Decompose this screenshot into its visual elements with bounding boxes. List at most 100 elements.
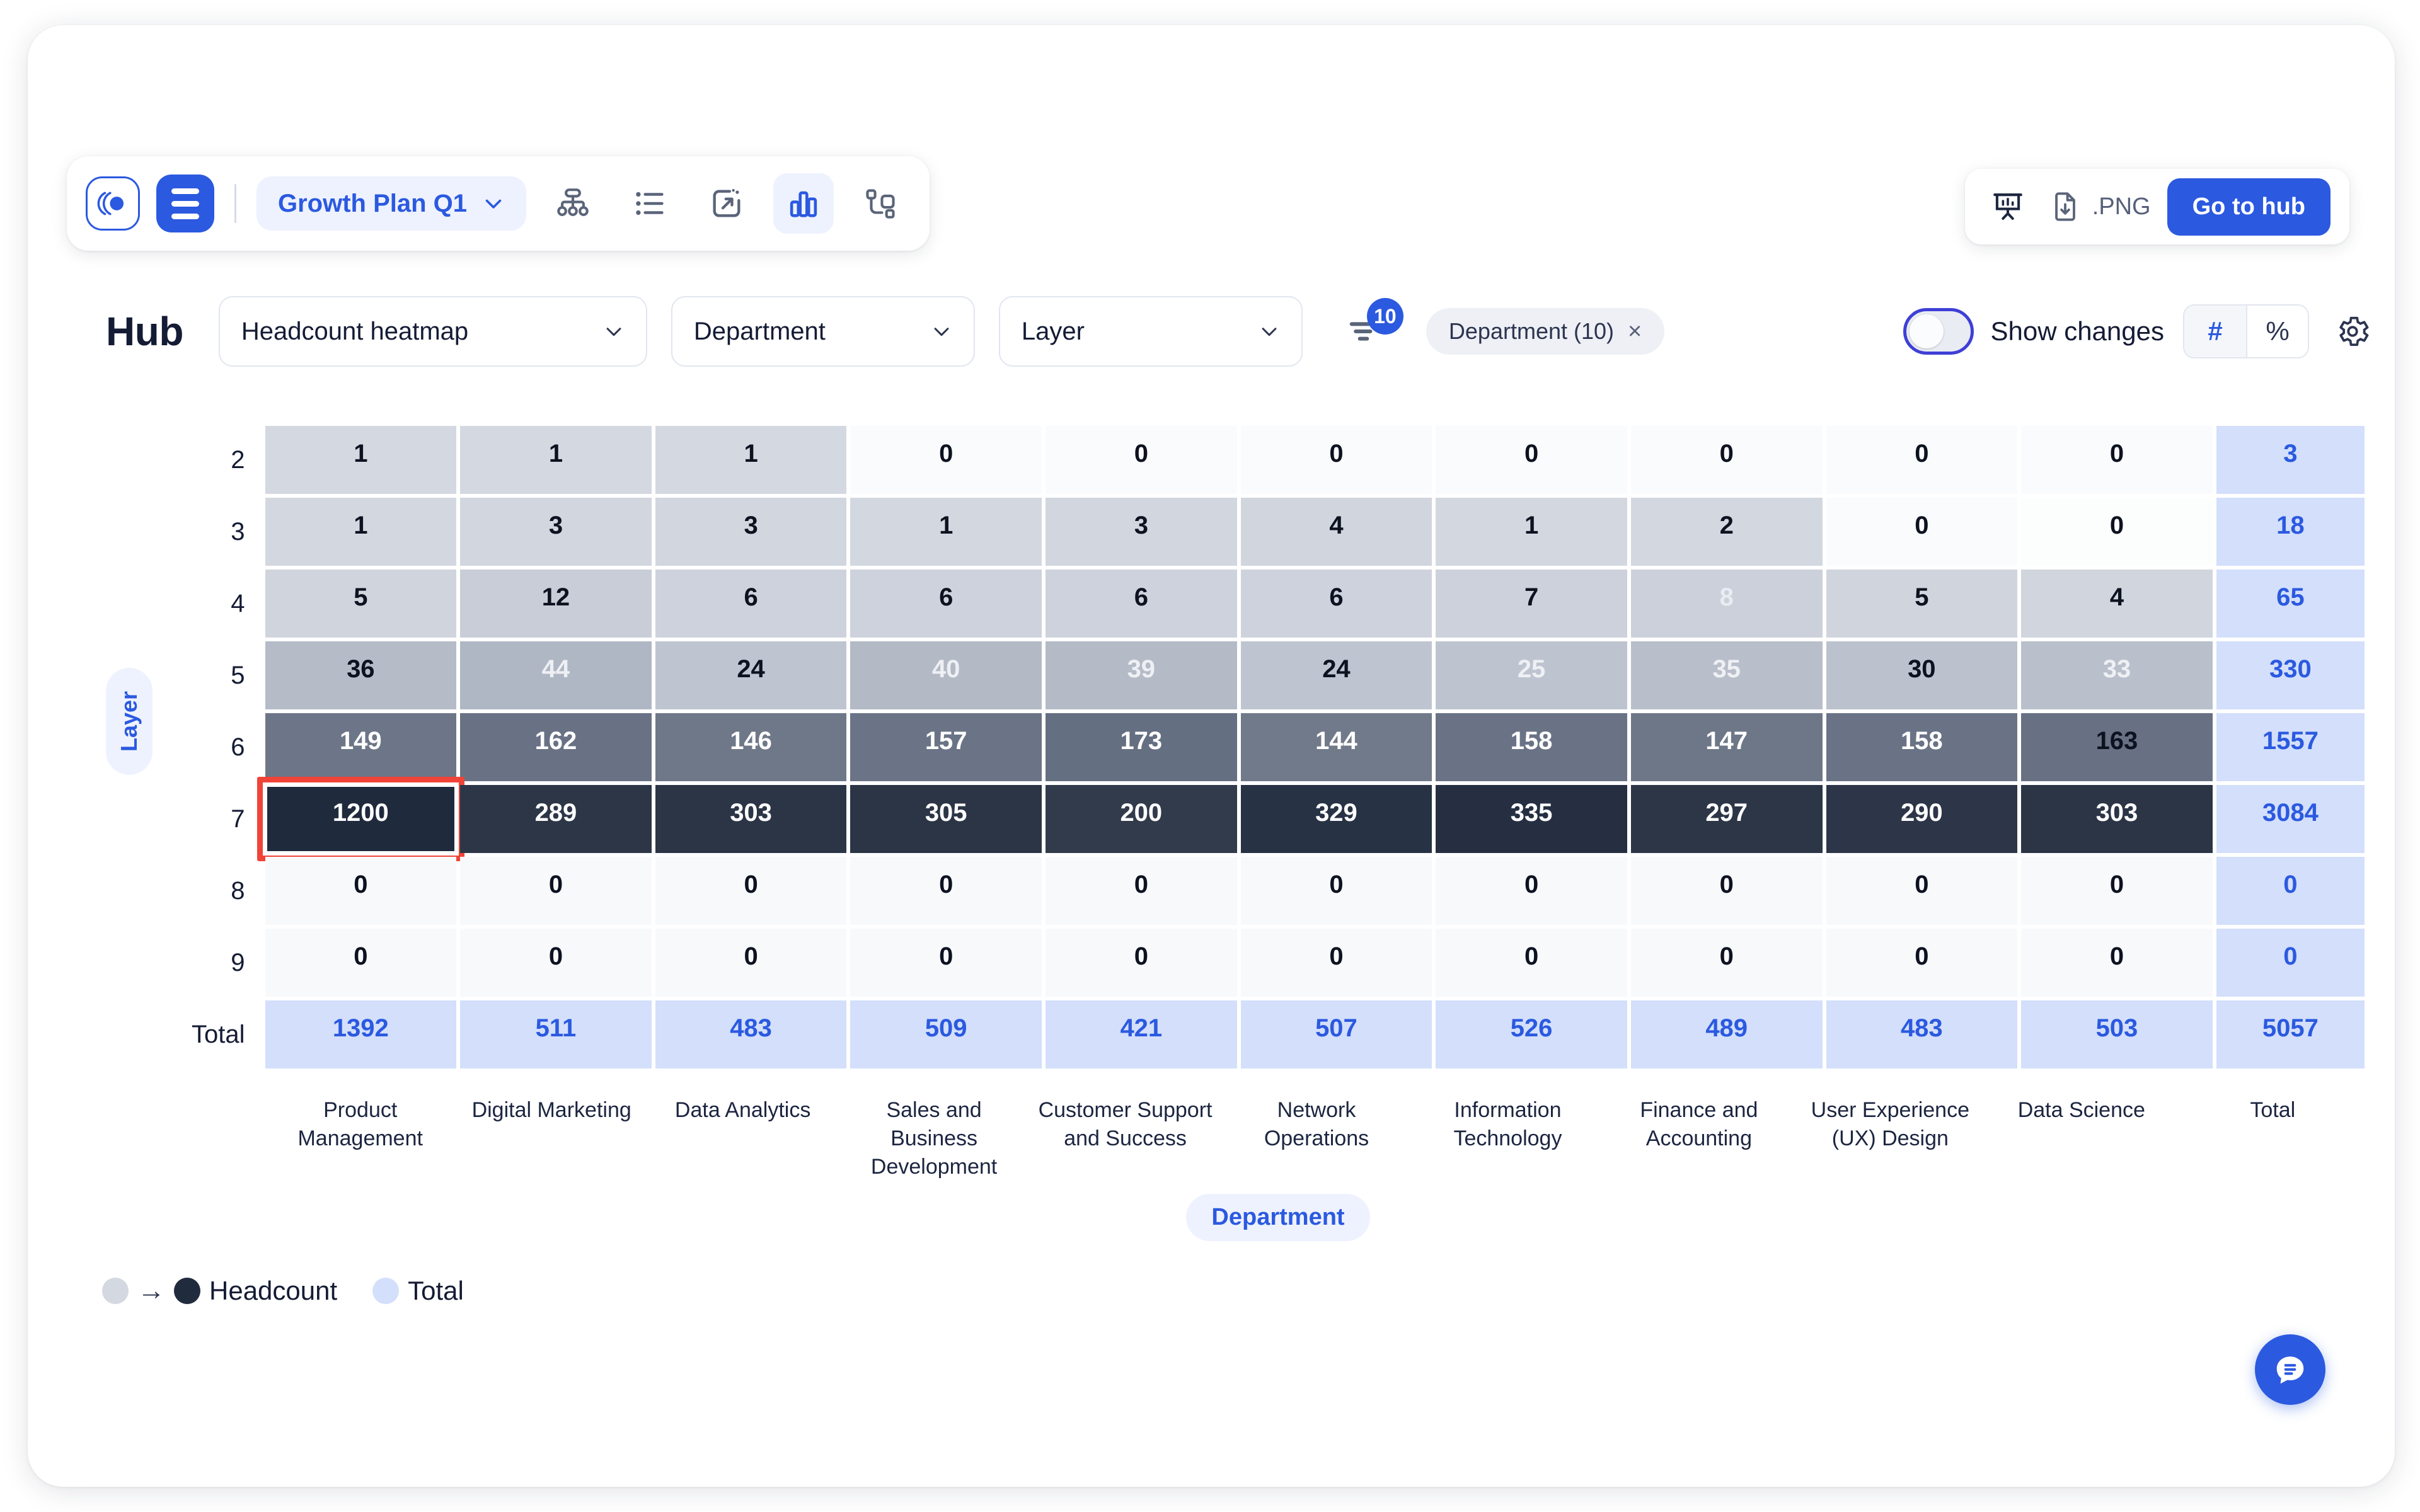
row-total-cell[interactable]: 3084 bbox=[2216, 785, 2365, 853]
heatmap-cell[interactable]: 12 bbox=[460, 570, 652, 638]
show-changes-toggle[interactable] bbox=[1903, 308, 1974, 355]
heatmap-cell[interactable]: 0 bbox=[655, 929, 847, 997]
unit-number-button[interactable]: # bbox=[2184, 306, 2246, 357]
heatmap-cell[interactable]: 2 bbox=[1630, 498, 1823, 566]
heatmap-cell[interactable]: 0 bbox=[1436, 857, 1627, 925]
unit-percent-button[interactable]: % bbox=[2246, 306, 2308, 357]
view-chart[interactable] bbox=[773, 173, 834, 234]
heatmap-cell[interactable]: 3 bbox=[1046, 498, 1237, 566]
heatmap-cell[interactable]: 0 bbox=[1436, 929, 1627, 997]
heatmap-cell[interactable]: 158 bbox=[1826, 713, 2018, 781]
plan-selector[interactable]: Growth Plan Q1 bbox=[256, 176, 527, 231]
heatmap-cell[interactable]: 0 bbox=[1630, 426, 1823, 494]
heatmap-cell[interactable]: 3 bbox=[655, 498, 847, 566]
heatmap-cell[interactable]: 0 bbox=[2021, 426, 2213, 494]
heatmap-cell[interactable]: 0 bbox=[1046, 426, 1237, 494]
close-icon[interactable]: × bbox=[1628, 319, 1642, 343]
column-total-cell[interactable]: 509 bbox=[850, 1000, 1042, 1068]
active-filter-chip[interactable]: Department (10) × bbox=[1426, 308, 1665, 355]
heatmap-cell[interactable]: 0 bbox=[1046, 857, 1237, 925]
heatmap-cell[interactable]: 1200 bbox=[256, 777, 464, 861]
heatmap-cell[interactable]: 0 bbox=[1436, 426, 1627, 494]
heatmap-cell[interactable]: 8 bbox=[1630, 570, 1823, 638]
settings-button[interactable] bbox=[2331, 309, 2375, 353]
heatmap-cell[interactable]: 5 bbox=[265, 570, 457, 638]
heatmap-cell[interactable]: 0 bbox=[2021, 929, 2213, 997]
heatmap-cell[interactable]: 1 bbox=[850, 498, 1042, 566]
heatmap-cell[interactable]: 25 bbox=[1436, 641, 1627, 709]
row-total-cell[interactable]: 0 bbox=[2216, 857, 2365, 925]
heatmap-cell[interactable]: 7 bbox=[1436, 570, 1627, 638]
go-to-hub-button[interactable]: Go to hub bbox=[2167, 178, 2331, 236]
column-total-cell[interactable]: 483 bbox=[1826, 1000, 2018, 1068]
heatmap-cell[interactable]: 329 bbox=[1240, 785, 1432, 853]
filter-button[interactable]: 10 bbox=[1343, 298, 1403, 355]
column-total-cell[interactable]: 489 bbox=[1630, 1000, 1823, 1068]
heatmap-cell[interactable]: 1 bbox=[460, 426, 652, 494]
app-logo-button[interactable] bbox=[86, 176, 140, 231]
heatmap-cell[interactable]: 0 bbox=[1240, 426, 1432, 494]
row-total-cell[interactable]: 0 bbox=[2216, 929, 2365, 997]
column-total-cell[interactable]: 1392 bbox=[265, 1000, 457, 1068]
heatmap-cell[interactable]: 6 bbox=[1240, 570, 1432, 638]
column-total-cell[interactable]: 483 bbox=[655, 1000, 847, 1068]
metric-select[interactable]: Headcount heatmap bbox=[218, 296, 647, 367]
heatmap-cell[interactable]: 147 bbox=[1630, 713, 1823, 781]
heatmap-cell[interactable]: 0 bbox=[2021, 498, 2213, 566]
heatmap-cell[interactable]: 0 bbox=[850, 929, 1042, 997]
heatmap-cell[interactable]: 0 bbox=[1826, 929, 2018, 997]
view-list[interactable] bbox=[619, 173, 680, 234]
view-org-chart[interactable] bbox=[543, 173, 603, 234]
heatmap-cell[interactable]: 35 bbox=[1630, 641, 1823, 709]
column-total-cell[interactable]: 421 bbox=[1046, 1000, 1237, 1068]
heatmap-cell[interactable]: 6 bbox=[1046, 570, 1237, 638]
heatmap-cell[interactable]: 289 bbox=[460, 785, 652, 853]
heatmap-cell[interactable]: 157 bbox=[850, 713, 1042, 781]
export-png-button[interactable]: .PNG bbox=[2048, 190, 2151, 224]
heatmap-cell[interactable]: 0 bbox=[850, 857, 1042, 925]
row-total-cell[interactable]: 3 bbox=[2216, 426, 2365, 494]
heatmap-cell[interactable]: 39 bbox=[1046, 641, 1237, 709]
heatmap-cell[interactable]: 0 bbox=[1826, 498, 2018, 566]
heatmap-cell[interactable]: 303 bbox=[655, 785, 847, 853]
group-select[interactable]: Department bbox=[671, 296, 975, 367]
heatmap-cell[interactable]: 33 bbox=[2021, 641, 2213, 709]
heatmap-cell[interactable]: 0 bbox=[850, 426, 1042, 494]
heatmap-cell[interactable]: 0 bbox=[265, 857, 457, 925]
heatmap-cell[interactable]: 163 bbox=[2021, 713, 2213, 781]
heatmap-cell[interactable]: 44 bbox=[460, 641, 652, 709]
heatmap-cell[interactable]: 24 bbox=[1240, 641, 1432, 709]
heatmap-cell[interactable]: 297 bbox=[1630, 785, 1823, 853]
heatmap-cell[interactable]: 1 bbox=[265, 426, 457, 494]
row-total-cell[interactable]: 65 bbox=[2216, 570, 2365, 638]
heatmap-cell[interactable]: 0 bbox=[1630, 929, 1823, 997]
heatmap-cell[interactable]: 335 bbox=[1436, 785, 1627, 853]
row-total-cell[interactable]: 18 bbox=[2216, 498, 2365, 566]
heatmap-cell[interactable]: 0 bbox=[2021, 857, 2213, 925]
heatmap-cell[interactable]: 173 bbox=[1046, 713, 1237, 781]
heatmap-cell[interactable]: 0 bbox=[1826, 857, 2018, 925]
heatmap-cell[interactable]: 4 bbox=[2021, 570, 2213, 638]
heatmap-cell[interactable]: 6 bbox=[655, 570, 847, 638]
heatmap-cell[interactable]: 0 bbox=[655, 857, 847, 925]
column-total-cell[interactable]: 526 bbox=[1436, 1000, 1627, 1068]
heatmap-cell[interactable]: 36 bbox=[265, 641, 457, 709]
heatmap-cell[interactable]: 0 bbox=[1240, 857, 1432, 925]
heatmap-cell[interactable]: 146 bbox=[655, 713, 847, 781]
column-total-cell[interactable]: 507 bbox=[1240, 1000, 1432, 1068]
heatmap-cell[interactable]: 1 bbox=[265, 498, 457, 566]
column-total-cell[interactable]: 511 bbox=[460, 1000, 652, 1068]
present-button[interactable] bbox=[1984, 183, 2032, 231]
heatmap-cell[interactable]: 144 bbox=[1240, 713, 1432, 781]
heatmap-cell[interactable]: 40 bbox=[850, 641, 1042, 709]
heatmap-cell[interactable]: 290 bbox=[1826, 785, 2018, 853]
heatmap-cell[interactable]: 4 bbox=[1240, 498, 1432, 566]
heatmap-cell[interactable]: 30 bbox=[1826, 641, 2018, 709]
heatmap-cell[interactable]: 0 bbox=[460, 857, 652, 925]
heatmap-cell[interactable]: 24 bbox=[655, 641, 847, 709]
row-total-cell[interactable]: 330 bbox=[2216, 641, 2365, 709]
heatmap-cell[interactable]: 149 bbox=[265, 713, 457, 781]
heatmap-cell[interactable]: 303 bbox=[2021, 785, 2213, 853]
heatmap-cell[interactable]: 0 bbox=[1240, 929, 1432, 997]
row-total-cell[interactable]: 1557 bbox=[2216, 713, 2365, 781]
